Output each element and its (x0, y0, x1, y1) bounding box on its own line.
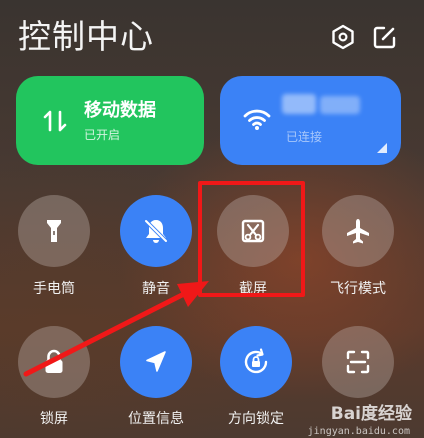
annotation-arrow (23, 281, 209, 377)
watermark-url: jingyan.baidu.com (307, 426, 410, 437)
watermark-brand: Bai度经验 (330, 404, 412, 424)
